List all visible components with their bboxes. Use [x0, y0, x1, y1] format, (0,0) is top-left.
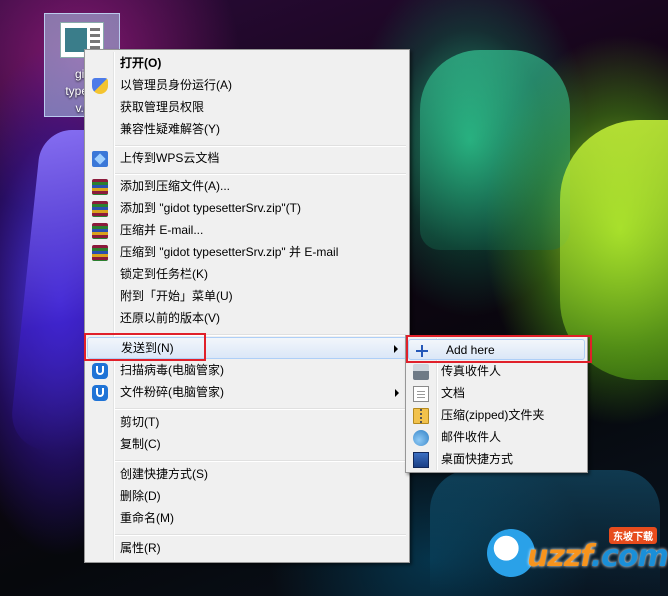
menu-item-rename[interactable]: 重命名(M) — [87, 508, 407, 529]
menu-item-label: 添加到压缩文件(A)... — [120, 179, 230, 193]
highlight-box-send-to — [84, 333, 206, 361]
menu-item-label: 上传到WPS云文档 — [120, 151, 220, 165]
menu-item-troubleshoot-compat[interactable]: 兼容性疑难解答(Y) — [87, 119, 407, 140]
submenu-item-zip-folder[interactable]: 压缩(zipped)文件夹 — [408, 405, 585, 426]
menu-separator — [115, 173, 406, 175]
menu-item-label: 锁定到任务栏(K) — [120, 267, 208, 281]
menu-item-create-shortcut[interactable]: 创建快捷方式(S) — [87, 464, 407, 485]
menu-item-delete[interactable]: 删除(D) — [87, 486, 407, 507]
menu-item-run-as-admin[interactable]: 以管理员身份运行(A) — [87, 75, 407, 96]
mail-icon — [413, 430, 429, 446]
menu-item-label: 压缩到 "gidot typesetterSrv.zip" 并 E-mail — [120, 245, 339, 259]
submenu-item-label: 桌面快捷方式 — [441, 452, 514, 466]
menu-separator — [115, 408, 406, 410]
menu-item-shred-file[interactable]: 文件粉碎(电脑管家) — [87, 382, 407, 403]
menu-item-label: 剪切(T) — [120, 415, 160, 429]
submenu-item-label: 传真收件人 — [441, 364, 502, 378]
menu-item-label: 复制(C) — [120, 437, 161, 451]
menu-item-label: 打开(O) — [120, 56, 162, 70]
winrar-icon — [92, 201, 108, 217]
winrar-icon — [92, 245, 108, 261]
menu-separator — [115, 460, 406, 462]
menu-item-label: 添加到 "gidot typesetterSrv.zip"(T) — [120, 201, 302, 215]
fax-icon — [413, 364, 429, 380]
submenu-arrow-icon — [394, 345, 398, 353]
zip-folder-icon — [413, 408, 429, 424]
pc-manager-shield-icon — [92, 363, 108, 379]
menu-item-pin-start[interactable]: 附到「开始」菜单(U) — [87, 286, 407, 307]
submenu-arrow-icon — [395, 389, 399, 397]
desktop-icon — [413, 452, 429, 468]
submenu-item-label: 邮件收件人 — [441, 430, 502, 444]
uac-shield-icon — [92, 78, 108, 94]
menu-item-properties[interactable]: 属性(R) — [87, 538, 407, 559]
watermark-text: uzzf.com — [527, 539, 668, 574]
menu-item-copy[interactable]: 复制(C) — [87, 434, 407, 455]
menu-item-label: 还原以前的版本(V) — [120, 311, 220, 325]
menu-item-label: 属性(R) — [120, 541, 161, 555]
menu-separator — [115, 145, 406, 147]
menu-item-pin-taskbar[interactable]: 锁定到任务栏(K) — [87, 264, 407, 285]
menu-item-label: 压缩并 E-mail... — [120, 223, 204, 237]
menu-item-scan-virus[interactable]: 扫描病毒(电脑管家) — [87, 360, 407, 381]
menu-item-add-to-zip[interactable]: 添加到 "gidot typesetterSrv.zip"(T) — [87, 198, 407, 219]
menu-item-add-to-archive[interactable]: 添加到压缩文件(A)... — [87, 176, 407, 197]
menu-item-label: 以管理员身份运行(A) — [120, 78, 232, 92]
submenu-item-label: 压缩(zipped)文件夹 — [441, 408, 545, 422]
submenu-item-mail-recipient[interactable]: 邮件收件人 — [408, 427, 585, 448]
menu-item-restore-versions[interactable]: 还原以前的版本(V) — [87, 308, 407, 329]
document-icon — [413, 386, 429, 402]
wallpaper-shape — [420, 50, 570, 250]
watermark-text-b: .com — [590, 539, 668, 574]
menu-item-cut[interactable]: 剪切(T) — [87, 412, 407, 433]
menu-item-open[interactable]: 打开(O) — [87, 53, 407, 74]
submenu-item-desktop-shortcut[interactable]: 桌面快捷方式 — [408, 449, 585, 470]
submenu-item-label: 文档 — [441, 386, 466, 400]
wps-cloud-icon — [92, 151, 108, 167]
menu-separator — [115, 534, 406, 536]
menu-item-label: 重命名(M) — [120, 511, 174, 525]
menu-item-label: 创建快捷方式(S) — [120, 467, 208, 481]
menu-item-label: 兼容性疑难解答(Y) — [120, 122, 220, 136]
menu-item-label: 附到「开始」菜单(U) — [120, 289, 233, 303]
menu-item-label: 扫描病毒(电脑管家) — [120, 363, 224, 377]
menu-item-label: 文件粉碎(电脑管家) — [120, 385, 224, 399]
submenu-item-documents[interactable]: 文档 — [408, 383, 585, 404]
menu-item-label: 获取管理员权限 — [120, 100, 205, 114]
menu-item-label: 删除(D) — [120, 489, 161, 503]
watermark-logo: 东坡下载 uzzf.com — [487, 527, 668, 587]
submenu-item-fax-recipient[interactable]: 传真收件人 — [408, 361, 585, 382]
menu-item-compress-to-zip-email[interactable]: 压缩到 "gidot typesetterSrv.zip" 并 E-mail — [87, 242, 407, 263]
menu-item-compress-email[interactable]: 压缩并 E-mail... — [87, 220, 407, 241]
context-menu: 打开(O) 以管理员身份运行(A) 获取管理员权限 兼容性疑难解答(Y) 上传到… — [84, 49, 410, 563]
watermark-text-a: uzzf — [527, 539, 592, 574]
menu-item-upload-wps[interactable]: 上传到WPS云文档 — [87, 148, 407, 169]
menu-item-get-admin-rights[interactable]: 获取管理员权限 — [87, 97, 407, 118]
winrar-icon — [92, 179, 108, 195]
pc-manager-shield-icon — [92, 385, 108, 401]
highlight-box-add-here — [406, 335, 592, 363]
winrar-icon — [92, 223, 108, 239]
